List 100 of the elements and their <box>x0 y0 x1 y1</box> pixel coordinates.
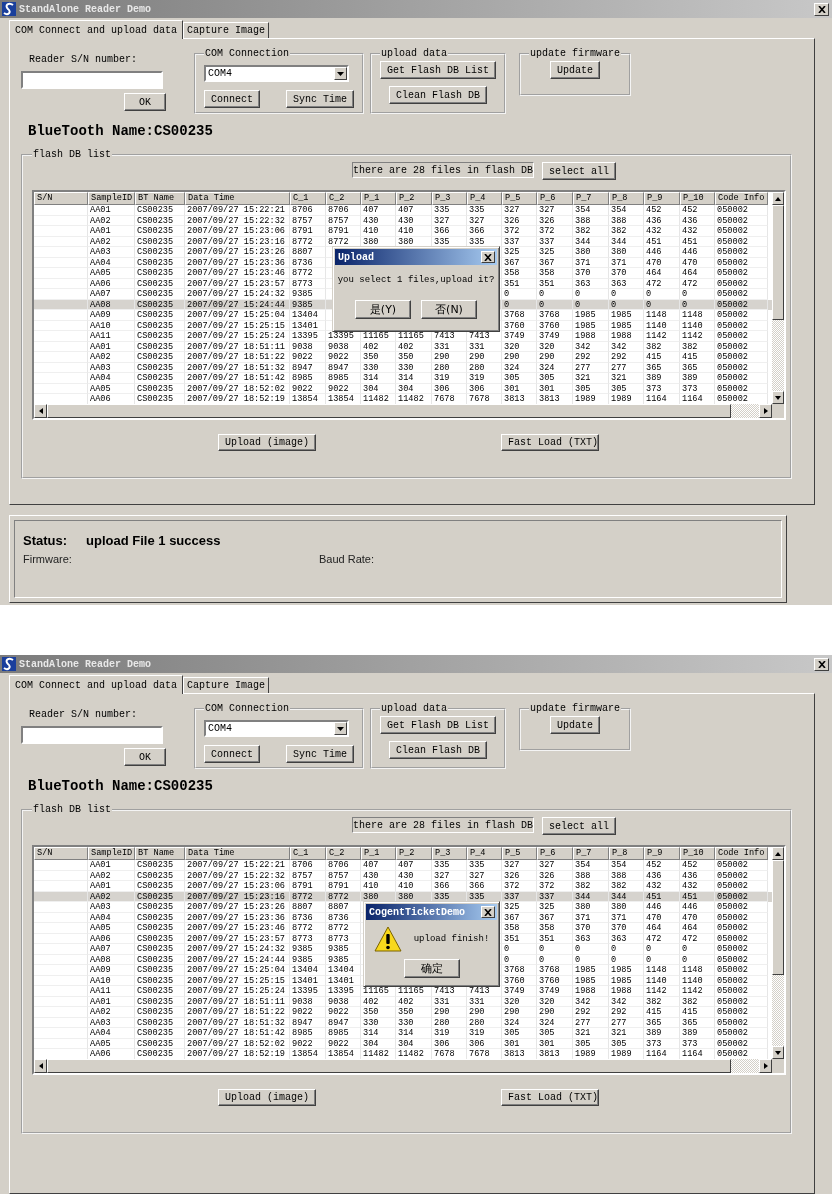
column-header[interactable]: S/N <box>34 847 88 860</box>
table-row[interactable]: AA05 CS00235 2007/09/27 18:52:02 9022 9022 304 304 306 306 301 301 305 305 373 373 050002 <box>34 1038 772 1049</box>
column-header[interactable]: P_5 <box>502 847 537 860</box>
column-header[interactable]: P_8 <box>609 847 644 860</box>
column-header[interactable]: P_8 <box>609 192 644 205</box>
table-cell: 2007/09/27 15:24:32 <box>185 944 290 955</box>
table-row[interactable]: AA02 CS00235 2007/09/27 18:51:22 9022 9022 350 350 290 290 290 290 292 292 415 415 050002 <box>34 1007 772 1018</box>
serial-number-field[interactable] <box>21 71 163 89</box>
update-button[interactable]: Update <box>550 716 601 734</box>
table-row[interactable]: AA03 CS00235 2007/09/27 18:51:32 8947 8947 330 330 280 280 324 324 277 277 365 365 050002 <box>34 362 772 373</box>
column-header[interactable]: Code Info <box>715 192 768 205</box>
column-header[interactable]: P_4 <box>467 192 502 205</box>
fast-load-button[interactable]: Fast Load (TXT) <box>501 1089 599 1106</box>
column-header[interactable]: C_2 <box>326 192 361 205</box>
select-all-button[interactable]: select all <box>542 817 616 835</box>
table-row[interactable]: AA02 CS00235 2007/09/27 18:51:22 9022 9022 350 350 290 290 290 290 292 292 415 415 050002 <box>34 352 772 363</box>
table-row[interactable]: AA01 CS00235 2007/09/27 15:22:21 8706 8706 407 407 335 335 327 327 354 354 452 452 050002 <box>34 860 772 871</box>
column-header[interactable]: Data Time <box>185 847 290 860</box>
column-header[interactable]: Data Time <box>185 192 290 205</box>
column-header[interactable]: P_10 <box>680 192 715 205</box>
tab[interactable]: COM Connect and upload data <box>9 20 184 39</box>
column-header[interactable]: SampleID <box>88 847 135 860</box>
table-cell: AA02 <box>88 236 135 247</box>
table-row[interactable]: AA01 CS00235 2007/09/27 18:51:11 9038 9038 402 402 331 331 320 320 342 342 382 382 050002 <box>34 996 772 1007</box>
column-header[interactable]: P_10 <box>680 847 715 860</box>
column-header[interactable]: P_9 <box>644 847 680 860</box>
connect-button[interactable]: Connect <box>204 745 260 763</box>
fast-load-button[interactable]: Fast Load (TXT) <box>501 434 599 451</box>
column-header[interactable]: P_3 <box>432 192 467 205</box>
column-header[interactable]: C_1 <box>290 847 326 860</box>
flash-db-button[interactable]: Clean Flash DB <box>389 741 487 759</box>
column-header[interactable]: Code Info <box>715 847 768 860</box>
column-header[interactable]: SampleID <box>88 192 135 205</box>
scroll-thumb[interactable] <box>772 205 784 321</box>
tab[interactable]: COM Connect and upload data <box>9 675 184 694</box>
tab[interactable]: Capture Image <box>183 677 270 693</box>
table-row[interactable]: AA03 CS00235 2007/09/27 18:51:32 8947 8947 330 330 280 280 324 324 277 277 365 365 050002 <box>34 1017 772 1028</box>
scroll-up-button[interactable] <box>772 192 784 205</box>
flash-db-button[interactable]: Clean Flash DB <box>389 86 487 104</box>
column-header[interactable]: P_7 <box>573 192 609 205</box>
scroll-down-button[interactable] <box>772 1046 784 1059</box>
column-header[interactable]: P_2 <box>396 192 432 205</box>
column-header[interactable]: S/N <box>34 192 88 205</box>
scroll-thumb[interactable] <box>47 404 731 418</box>
column-header[interactable]: BT Name <box>135 847 185 860</box>
ok-button[interactable]: OK <box>124 748 166 766</box>
port-dropdown[interactable]: COM4 <box>204 65 349 82</box>
table-row[interactable]: AA01 CS00235 2007/09/27 18:51:11 9038 9038 402 402 331 331 320 320 342 342 382 382 050002 <box>34 341 772 352</box>
table-cell: 050002 <box>715 268 768 279</box>
table-row[interactable]: AA02 CS00235 2007/09/27 15:22:32 8757 8757 430 430 327 327 326 326 388 388 436 436 050002 <box>34 870 772 881</box>
table-row[interactable]: AA02 CS00235 2007/09/27 15:22:32 8757 8757 430 430 327 327 326 326 388 388 436 436 050002 <box>34 215 772 226</box>
column-header[interactable]: C_2 <box>326 847 361 860</box>
flash-db-button[interactable]: Get Flash DB List <box>380 61 497 79</box>
dialog-button[interactable]: 是(Y) <box>355 300 411 320</box>
table-cell: AA01 <box>88 881 135 892</box>
table-row[interactable]: AA02 CS00235 2007/09/27 15:23:16 8772 8772 380 380 335 335 337 337 344 344 451 451 050002 <box>34 891 772 902</box>
table-row[interactable]: AA04 CS00235 2007/09/27 18:51:42 8985 8985 314 314 319 319 305 305 321 321 389 389 050002 <box>34 1028 772 1039</box>
sync-time-button[interactable]: Sync Time <box>286 90 354 108</box>
column-header[interactable]: P_1 <box>361 192 396 205</box>
scroll-up-button[interactable] <box>772 847 784 860</box>
serial-number-field[interactable] <box>21 726 163 744</box>
scroll-down-button[interactable] <box>772 391 784 404</box>
table-row[interactable]: AA01 CS00235 2007/09/27 15:23:06 8791 8791 410 410 366 366 372 372 382 382 432 432 050002 <box>34 881 772 892</box>
column-header[interactable]: P_9 <box>644 192 680 205</box>
close-button[interactable] <box>481 906 495 918</box>
scroll-right-button[interactable] <box>759 1059 772 1073</box>
table-row[interactable]: AA05 CS00235 2007/09/27 18:52:02 9022 9022 304 304 306 306 301 301 305 305 373 373 050002 <box>34 383 772 394</box>
table-row[interactable]: AA04 CS00235 2007/09/27 18:51:42 8985 8985 314 314 319 319 305 305 321 321 389 389 050002 <box>34 373 772 384</box>
port-dropdown[interactable]: COM4 <box>204 720 349 737</box>
close-button[interactable] <box>481 251 495 263</box>
table-row[interactable]: AA01 CS00235 2007/09/27 15:23:06 8791 8791 410 410 366 366 372 372 382 382 432 432 050002 <box>34 226 772 237</box>
tab[interactable]: Capture Image <box>183 22 270 38</box>
column-header[interactable]: P_5 <box>502 192 537 205</box>
column-header[interactable]: BT Name <box>135 192 185 205</box>
connect-button[interactable]: Connect <box>204 90 260 108</box>
upload-button[interactable]: Upload (image) <box>218 1089 316 1106</box>
scroll-left-button[interactable] <box>34 404 47 418</box>
scroll-right-button[interactable] <box>759 404 772 418</box>
column-header[interactable]: P_7 <box>573 847 609 860</box>
update-button[interactable]: Update <box>550 61 601 79</box>
column-header[interactable]: P_6 <box>537 847 573 860</box>
dialog-button[interactable]: 确定 <box>403 959 460 979</box>
upload-button[interactable]: Upload (image) <box>218 434 316 451</box>
column-header[interactable]: P_4 <box>467 847 502 860</box>
table-row[interactable]: AA01 CS00235 2007/09/27 15:22:21 8706 8706 407 407 335 335 327 327 354 354 452 452 050002 <box>34 205 772 216</box>
dialog-button[interactable]: 否(N) <box>421 300 477 320</box>
ok-button[interactable]: OK <box>124 93 166 111</box>
column-header[interactable]: P_3 <box>432 847 467 860</box>
flash-db-button[interactable]: Get Flash DB List <box>380 716 497 734</box>
sync-time-button[interactable]: Sync Time <box>286 745 354 763</box>
scroll-thumb[interactable] <box>47 1059 731 1073</box>
close-button[interactable] <box>814 2 829 16</box>
column-header[interactable]: P_1 <box>361 847 396 860</box>
close-button[interactable] <box>814 657 829 671</box>
scroll-left-button[interactable] <box>34 1059 47 1073</box>
column-header[interactable]: P_2 <box>396 847 432 860</box>
select-all-button[interactable]: select all <box>542 162 616 180</box>
scroll-thumb[interactable] <box>772 860 784 976</box>
column-header[interactable]: C_1 <box>290 192 326 205</box>
column-header[interactable]: P_6 <box>537 192 573 205</box>
